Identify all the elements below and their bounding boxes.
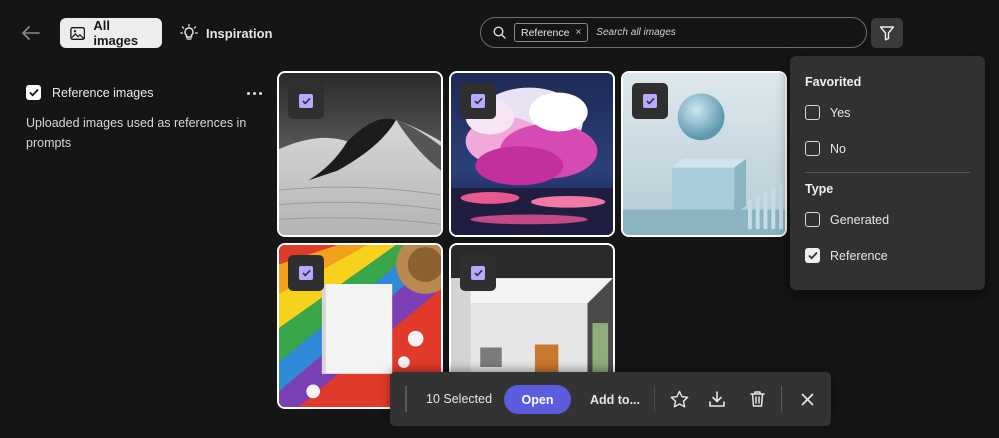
selection-checkbox[interactable] <box>288 83 324 119</box>
checkmark-icon <box>28 88 39 97</box>
checkmark-icon <box>807 251 818 260</box>
checkbox-checked <box>299 94 313 108</box>
filter-heading-favorited: Favorited <box>805 75 862 89</box>
checkbox-no[interactable] <box>805 141 820 156</box>
filter-chip-reference: Reference × <box>514 23 589 42</box>
reference-images-description: Uploaded images used as references in pr… <box>26 116 247 150</box>
selection-checkbox[interactable] <box>632 83 668 119</box>
checkbox-checked <box>471 94 485 108</box>
filter-option-reference[interactable]: Reference <box>805 248 888 263</box>
checkbox-generated[interactable] <box>805 212 820 227</box>
search-icon <box>493 26 506 39</box>
checkmark-icon <box>301 269 311 277</box>
more-options-button[interactable] <box>244 85 264 101</box>
chip-close-icon[interactable]: × <box>575 27 581 38</box>
trash-icon <box>749 391 765 407</box>
tab-inspiration[interactable]: Inspiration <box>170 18 282 48</box>
search-input[interactable] <box>596 27 797 38</box>
filter-option-label: Generated <box>830 212 890 227</box>
image-thumbnail-desert[interactable] <box>277 71 443 237</box>
action-bar-divider <box>405 386 407 412</box>
more-dot <box>258 91 262 95</box>
action-bar-divider <box>654 386 655 412</box>
checkbox-reference[interactable] <box>805 248 820 263</box>
lightbulb-icon <box>180 24 198 40</box>
image-thumbnail-sphere-cube[interactable] <box>621 71 787 237</box>
tab-inspiration-label: Inspiration <box>206 25 273 41</box>
delete-button[interactable] <box>744 386 770 412</box>
back-arrow-button[interactable] <box>18 22 44 44</box>
action-bar-divider <box>781 386 782 412</box>
filter-option-generated[interactable]: Generated <box>805 212 889 227</box>
close-icon <box>801 393 813 405</box>
star-icon <box>670 390 688 408</box>
download-icon <box>709 391 725 407</box>
funnel-icon <box>879 26 895 41</box>
checkmark-icon <box>645 97 655 105</box>
filter-heading-type: Type <box>805 182 834 196</box>
search-bar[interactable]: Reference × <box>480 17 867 48</box>
reference-images-toggle[interactable]: Reference images <box>26 85 153 100</box>
selection-checkbox[interactable] <box>288 255 324 291</box>
checkbox-reference-images[interactable] <box>26 85 41 100</box>
download-button[interactable] <box>704 386 730 412</box>
filter-option-label: Reference <box>830 248 888 263</box>
checkmark-icon <box>301 97 311 105</box>
filter-chip-label: Reference <box>521 26 570 39</box>
filter-button[interactable] <box>871 18 903 48</box>
more-dot <box>252 91 256 95</box>
more-dot <box>246 91 250 95</box>
filter-divider <box>805 172 970 173</box>
checkbox-checked <box>471 266 485 280</box>
close-selection-button[interactable] <box>794 386 820 412</box>
checkmark-icon <box>473 97 483 105</box>
selected-count: 10 Selected <box>426 392 493 406</box>
open-button[interactable]: Open <box>504 385 571 414</box>
filter-panel: Favorited Yes No Type Generated Referenc… <box>790 56 985 290</box>
filter-option-label: Yes <box>830 105 851 120</box>
reference-images-label: Reference images <box>52 85 154 100</box>
filter-option-yes[interactable]: Yes <box>805 105 850 120</box>
image-thumbnail-clouds[interactable] <box>449 71 615 237</box>
tab-all-images-label: All images <box>93 18 139 48</box>
checkbox-checked <box>299 266 313 280</box>
selection-checkbox[interactable] <box>460 255 496 291</box>
image-icon <box>70 26 86 40</box>
checkmark-icon <box>473 269 483 277</box>
filter-option-label: No <box>830 141 846 156</box>
selection-checkbox[interactable] <box>460 83 496 119</box>
filter-option-no[interactable]: No <box>805 141 846 156</box>
checkbox-checked <box>643 94 657 108</box>
tab-all-images[interactable]: All images <box>60 18 162 48</box>
arrow-left-icon <box>22 26 40 40</box>
favorite-button[interactable] <box>666 386 692 412</box>
add-to-button[interactable]: Add to... <box>590 385 640 414</box>
checkbox-yes[interactable] <box>805 105 820 120</box>
selection-action-bar: 10 Selected Open Add to... <box>390 372 831 426</box>
